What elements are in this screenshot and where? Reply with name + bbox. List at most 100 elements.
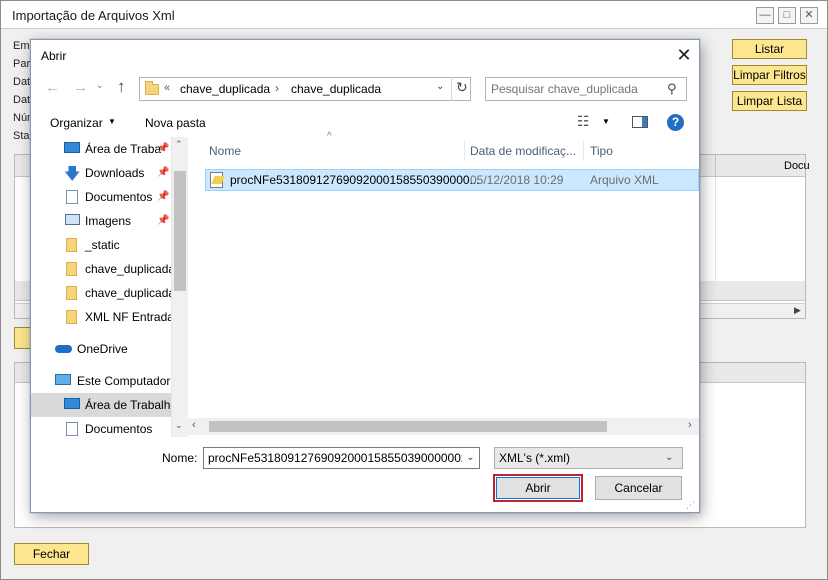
background-window-title: Importação de Arquivos Xml [12, 8, 175, 23]
filename-label: Nome: [162, 451, 198, 465]
maximize-icon[interactable]: □ [778, 7, 796, 24]
desktop-icon [64, 398, 80, 409]
search-icon[interactable]: ⚲ [667, 81, 677, 97]
nav-item-this-pc[interactable]: Este Computador [31, 369, 187, 393]
scroll-left-icon[interactable]: ‹ [192, 419, 196, 431]
breadcrumb-separator-icon[interactable]: › [275, 81, 279, 95]
file-date: 05/12/2018 10:29 [470, 173, 564, 187]
address-dropdown-icon[interactable]: ⌄ [436, 81, 444, 92]
nav-pane-scrollbar[interactable]: ⌃ ⌄ [171, 137, 188, 437]
column-header-type[interactable]: Tipo [590, 137, 613, 165]
scroll-right-icon[interactable]: ▶ [794, 305, 801, 316]
pin-icon: 📌 [157, 167, 170, 178]
column-header-name[interactable]: Nome [209, 137, 241, 165]
help-icon[interactable]: ? [667, 114, 684, 131]
nav-item-documents[interactable]: Documentos 📌 [31, 185, 187, 209]
filetype-dropdown-icon: ⌄ [665, 452, 674, 463]
resize-grip-icon[interactable]: ⋰ [686, 500, 695, 511]
search-input[interactable] [489, 80, 661, 98]
field-label: Sta [13, 130, 30, 142]
nav-item-label: Documentos [85, 190, 153, 204]
scrollbar-thumb[interactable] [174, 171, 186, 291]
navigation-pane[interactable]: Área de Traba 📌 🡇 Downloads 📌 Documentos… [31, 137, 187, 437]
up-arrow-icon[interactable]: ↑ [117, 77, 126, 97]
xml-file-icon [210, 172, 225, 188]
refresh-button[interactable]: ↻ [451, 77, 471, 101]
filename-input[interactable]: procNFe531809127690920001585503900000020… [203, 447, 480, 469]
nav-item-label: Área de Trabalho [85, 398, 178, 412]
pin-icon: 📌 [157, 143, 170, 154]
new-folder-button[interactable]: Nova pasta [145, 116, 206, 130]
search-box[interactable]: ⚲ [485, 77, 687, 101]
nav-item-static[interactable]: _static [31, 233, 187, 257]
nav-item-images[interactable]: Imagens 📌 [31, 209, 187, 233]
desktop-icon [64, 142, 80, 153]
limpar-lista-button[interactable]: Limpar Lista [732, 91, 807, 111]
background-titlebar: Importação de Arquivos Xml — □ ✕ [1, 1, 827, 29]
column-separator [464, 141, 465, 161]
cancel-button[interactable]: Cancelar [595, 476, 682, 500]
nav-item-chave-duplicada[interactable]: chave_duplicada [31, 281, 187, 305]
scroll-down-icon[interactable]: ⌄ [175, 420, 183, 431]
address-overflow[interactable]: « [164, 82, 170, 94]
preview-pane-icon[interactable] [632, 116, 648, 128]
images-icon [65, 214, 80, 225]
documents-icon [66, 190, 78, 204]
fechar-button[interactable]: Fechar [14, 543, 89, 565]
open-file-dialog: Abrir ✕ ← → ⌄ ↑ « chave_duplicada › chav… [30, 39, 700, 513]
folder-icon [66, 262, 77, 276]
pin-icon: 📌 [157, 215, 170, 226]
back-arrow-icon[interactable]: ← [45, 79, 60, 96]
field-label: Dat [13, 94, 31, 106]
listar-button[interactable]: Listar [732, 39, 807, 59]
scroll-up-icon[interactable]: ⌃ [175, 139, 183, 150]
forward-arrow-icon[interactable]: → [73, 79, 88, 96]
file-list-horizontal-scrollbar[interactable]: ‹ › [188, 418, 699, 435]
open-button[interactable]: Abrir [496, 477, 580, 499]
address-bar[interactable]: « chave_duplicada › chave_duplicada ⌄ [139, 77, 471, 101]
organize-dropdown-icon[interactable]: ▼ [108, 117, 116, 126]
file-name: procNFe53180912769092000158550390000... [230, 173, 480, 187]
refresh-icon: ↻ [456, 79, 468, 95]
limpar-filtros-button[interactable]: Limpar Filtros [732, 65, 807, 85]
nav-item-xml-nf-entrada[interactable]: XML NF Entrada [31, 305, 187, 329]
nav-item-onedrive[interactable]: OneDrive [31, 337, 187, 361]
folder-icon [66, 238, 77, 252]
minimize-icon[interactable]: — [756, 7, 774, 24]
view-options-icon[interactable]: ☷ [577, 113, 590, 130]
nav-item-label: OneDrive [77, 342, 128, 356]
nav-item-documents[interactable]: Documentos [31, 417, 187, 437]
nav-item-chave-duplicada[interactable]: chave_duplicada [31, 257, 187, 281]
nav-item-label: chave_duplicada [85, 286, 176, 300]
grid-column-header: Docu [784, 160, 810, 172]
view-dropdown-icon[interactable]: ▼ [602, 117, 610, 126]
scroll-right-icon[interactable]: › [688, 419, 692, 431]
column-header-date[interactable]: Data de modificaç... [470, 137, 576, 165]
open-button-focus-ring: Abrir [493, 474, 583, 502]
dialog-title: Abrir [41, 49, 67, 63]
file-row[interactable]: procNFe53180912769092000158550390000... … [205, 169, 699, 191]
breadcrumb-item[interactable]: chave_duplicada [291, 82, 381, 96]
dialog-close-icon[interactable]: ✕ [671, 44, 697, 68]
organize-menu[interactable]: Organizar [50, 116, 103, 130]
close-icon[interactable]: ✕ [800, 7, 818, 24]
documents-icon [66, 422, 78, 436]
dialog-toolbar: Organizar ▼ Nova pasta ☷ ▼ ? [31, 109, 699, 137]
nav-item-desktop-selected[interactable]: Área de Trabalho [31, 393, 187, 417]
recent-locations-icon[interactable]: ⌄ [96, 80, 104, 91]
breadcrumb-item[interactable]: chave_duplicada [180, 82, 270, 96]
nav-item-label: Este Computador [77, 374, 171, 388]
nav-item-label: Imagens [85, 214, 132, 228]
file-type: Arquivo XML [590, 173, 659, 187]
pin-icon: 📌 [157, 191, 170, 202]
scrollbar-thumb[interactable] [209, 421, 607, 432]
field-label: Par [13, 58, 31, 70]
filetype-select[interactable]: XML's (*.xml) ⌄ [494, 447, 683, 469]
nav-item-label: Documentos [85, 422, 153, 436]
column-separator [583, 141, 584, 161]
folder-icon [66, 286, 77, 300]
grid-column-separator [715, 155, 716, 177]
filename-dropdown-icon[interactable]: ⌄ [462, 448, 479, 468]
nav-item-desktop[interactable]: Área de Traba 📌 [31, 137, 187, 161]
nav-item-downloads[interactable]: 🡇 Downloads 📌 [31, 161, 187, 185]
